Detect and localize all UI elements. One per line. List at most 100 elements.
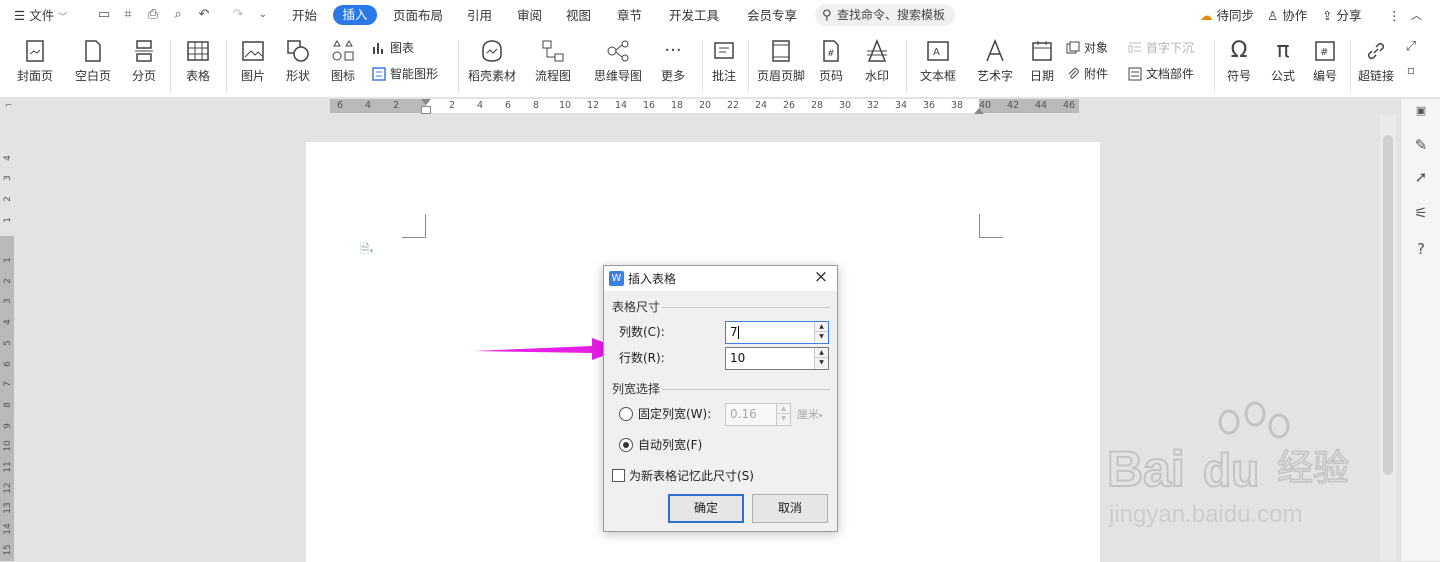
smart-art-button[interactable]: 智能图形 [372, 64, 438, 84]
ok-button[interactable]: 确定 [668, 494, 744, 523]
save-icon[interactable]: ▭ [97, 8, 111, 22]
cover-page-button[interactable]: 封面页 [8, 32, 62, 98]
vertical-scrollbar[interactable] [1380, 115, 1396, 561]
command-search[interactable]: ⚲ 查找命令、搜索模板 [815, 4, 955, 26]
dialog-titlebar[interactable]: W 插入表格 × [604, 266, 837, 292]
textbox-button[interactable]: A 文本框 [912, 32, 964, 98]
doc-part-icon [1128, 67, 1142, 81]
page-break-button[interactable]: 分页 [122, 32, 166, 98]
ribbon-separator [226, 40, 227, 92]
file-menu[interactable]: ☰ 文件 ﹀ [14, 0, 67, 32]
attachment-button[interactable]: 附件 [1066, 64, 1108, 84]
customize-icon[interactable]: ⌄ [256, 8, 270, 22]
unit-select[interactable]: 厘米▾ [797, 407, 823, 424]
material-label: 稻壳素材 [467, 69, 516, 83]
crossref-icon[interactable]: ⤢ [1404, 40, 1418, 54]
watermark-url: jingyan.baidu.com [1108, 501, 1302, 528]
print-icon[interactable]: ⎙ [146, 8, 160, 22]
chart-button[interactable]: 图表 [372, 38, 414, 58]
sync-status[interactable]: ☁ 待同步 [1200, 0, 1254, 32]
rows-decrement-button[interactable]: ▼ [815, 358, 828, 368]
date-button[interactable]: 日期 [1024, 32, 1060, 98]
collab-button[interactable]: ♙ 协作 [1267, 0, 1307, 32]
ruler-tick-label: 38 [950, 100, 964, 111]
hyperlink-button[interactable]: 超链接 [1354, 32, 1398, 98]
cols-input[interactable]: 7 [730, 322, 738, 343]
icon-button[interactable]: 图标 [322, 32, 364, 98]
auto-width-radio[interactable] [619, 438, 633, 452]
right-indent-marker[interactable] [974, 106, 984, 114]
redo-icon[interactable]: ↷ [231, 8, 245, 22]
paragraph-layout-icon[interactable]: 🗎▾ [360, 240, 374, 256]
rows-input[interactable]: 10 [730, 348, 745, 369]
scrollbar-thumb[interactable] [1383, 135, 1393, 475]
tab-chapter[interactable]: 章节 [617, 0, 642, 32]
vruler-tick-label: 7 [3, 381, 13, 388]
vruler-tick-label: 1 [3, 217, 13, 223]
more-button[interactable]: ··· 更多 [652, 32, 694, 98]
wordart-button[interactable]: 艺术字 [968, 32, 1022, 98]
fixed-width-label: 固定列宽(W): [638, 407, 712, 421]
tab-page-layout[interactable]: 页面布局 [393, 0, 443, 32]
docpart-button[interactable]: 文档部件 [1128, 64, 1194, 84]
fixed-width-spinner[interactable]: 0.16 ▲ ▼ [725, 403, 791, 426]
flowchart-button[interactable]: 流程图 [526, 32, 580, 98]
bookmark-icon[interactable]: ⌑ [1404, 66, 1418, 80]
vruler-tick-label: 3 [3, 298, 13, 305]
tab-developer[interactable]: 开发工具 [669, 0, 719, 32]
formula-button[interactable]: π 公式 [1262, 32, 1304, 98]
tab-review[interactable]: 审阅 [517, 0, 542, 32]
rows-increment-button[interactable]: ▲ [815, 348, 828, 358]
tab-home[interactable]: 开始 [292, 0, 317, 32]
blank-page-button[interactable]: 空白页 [66, 32, 120, 98]
watermark-button[interactable]: 水印 [856, 32, 898, 98]
material-button[interactable]: 稻壳素材 [464, 32, 520, 98]
chevron-down-icon: ▾ [819, 412, 823, 420]
symbol-button[interactable]: Ω 符号 [1218, 32, 1260, 98]
cols-decrement-button[interactable]: ▼ [815, 332, 828, 342]
dropcap-button[interactable]: 首字下沉 [1128, 38, 1194, 58]
page-number-button[interactable]: # 页码 [810, 32, 852, 98]
tab-references[interactable]: 引用 [467, 0, 492, 32]
tab-member[interactable]: 会员专享 [747, 0, 797, 32]
header-footer-button[interactable]: 页眉页脚 [754, 32, 808, 98]
collapse-ribbon-icon[interactable]: ︿ [1411, 0, 1422, 32]
tab-insert[interactable]: 插入 [333, 5, 377, 25]
remember-size-checkbox[interactable] [612, 469, 625, 482]
close-icon[interactable]: × [813, 269, 829, 286]
tab-stop-selector[interactable]: ⌐ [5, 101, 13, 111]
picture-button[interactable]: 图片 [232, 32, 274, 98]
print-preview-icon[interactable]: ⌕ [171, 8, 185, 22]
cols-spinner[interactable]: 7 ▲ ▼ [725, 321, 829, 344]
settings-sliders-icon[interactable]: ⚟ [1411, 203, 1431, 223]
fixed-width-input[interactable]: 0.16 [730, 404, 757, 425]
pane-toggle-icon[interactable]: ▣ [1411, 101, 1431, 121]
fixed-width-increment-button[interactable]: ▲ [777, 404, 790, 414]
shape-button[interactable]: 形状 [276, 32, 320, 98]
comment-button[interactable]: 批注 [706, 32, 742, 98]
blank-page-label: 空白页 [74, 69, 111, 83]
help-icon[interactable]: ? [1411, 239, 1431, 259]
more-menu-icon[interactable]: ⋮ [1388, 0, 1401, 32]
fixed-width-radio[interactable] [619, 407, 633, 421]
left-indent-marker[interactable] [421, 106, 431, 114]
mindmap-label: 思维导图 [593, 69, 642, 83]
tab-view[interactable]: 视图 [566, 0, 591, 32]
numbering-icon: # [1315, 41, 1335, 61]
numbering-button[interactable]: # 编号 [1306, 32, 1344, 98]
mindmap-button[interactable]: 思维导图 [586, 32, 650, 98]
share-button[interactable]: ⇪ 分享 [1322, 0, 1361, 32]
object-button[interactable]: 对象 [1066, 38, 1108, 58]
fixed-width-decrement-button[interactable]: ▼ [777, 414, 790, 424]
cancel-button[interactable]: 取消 [752, 494, 828, 523]
select-cursor-icon[interactable]: ➚ [1411, 167, 1431, 187]
format-painter-icon[interactable]: ⌗ [121, 8, 135, 22]
ruler-tick-label: 26 [782, 100, 796, 111]
rows-spinner[interactable]: 10 ▲ ▼ [725, 347, 829, 370]
crop-mark-top-right [979, 214, 1003, 238]
table-button[interactable]: 表格 [176, 32, 220, 98]
first-line-indent-marker[interactable] [421, 99, 431, 105]
edit-pen-icon[interactable]: ✎ [1411, 135, 1431, 155]
cols-increment-button[interactable]: ▲ [815, 322, 828, 332]
undo-icon[interactable]: ↶ [197, 8, 211, 22]
